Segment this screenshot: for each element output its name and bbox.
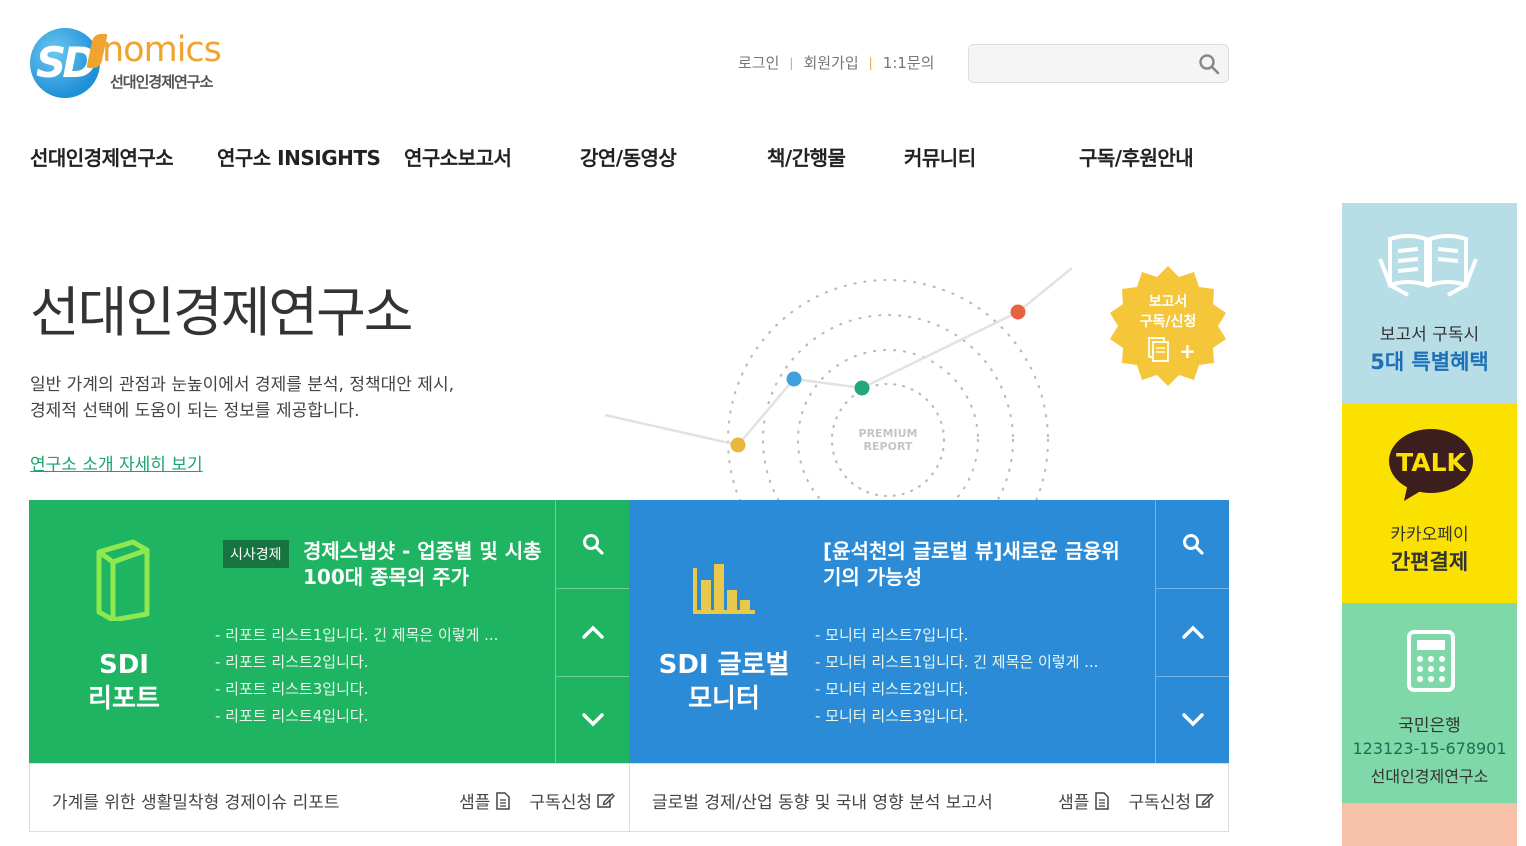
list-item[interactable]: - 모니터 리스트3입니다. (815, 703, 1098, 730)
list-item[interactable]: - 모니터 리스트2입니다. (815, 676, 1098, 703)
kakaopay-line1: 카카오페이 (1390, 525, 1469, 545)
scroll-down-button[interactable] (556, 676, 630, 763)
search-button[interactable] (1156, 500, 1230, 587)
card-name: SDI 리포트 (88, 650, 160, 714)
report-benefit-line1: 보고서 구독시 (1379, 325, 1480, 345)
subscribe-button[interactable]: 구독신청 (529, 788, 615, 813)
bank-account-number: 123123-15-678901 (1352, 739, 1507, 758)
nav-item-insights[interactable]: 연구소 INSIGHTS (217, 142, 381, 171)
search-button[interactable] (556, 500, 630, 587)
about-link[interactable]: 연구소 소개 자세히 보기 (30, 450, 203, 475)
signup-link[interactable]: 회원가입 (803, 52, 858, 73)
sdi-report-card: SDI 리포트 시사경제 경제스냅샷 - 업종별 및 시총 100대 종목의 주… (29, 500, 630, 763)
talk-label: TALK (1396, 448, 1467, 477)
nav-item-lectures[interactable]: 강연/동영상 (580, 142, 677, 171)
hero-description: 일반 가계의 관점과 눈높이에서 경제를 분석, 정책대안 제시, 경제적 선택… (30, 375, 454, 421)
chevron-down-icon (1182, 713, 1204, 727)
card-controls (555, 500, 630, 763)
sample-label: 샘플 (1058, 793, 1090, 813)
open-book-icon (1378, 234, 1478, 297)
list-item[interactable]: - 리포트 리스트2입니다. (215, 649, 498, 676)
badge-line1: 보고서 (1149, 294, 1188, 310)
footer-actions: 샘플 구독신청 (459, 788, 615, 813)
edit-icon (597, 793, 615, 808)
premium-report-graphic: PREMIUM REPORT (604, 267, 1073, 500)
category-tag: 시사경제 (223, 540, 289, 568)
chevron-up-icon (1182, 625, 1204, 639)
bank-account-holder: 선대인경제연구소 (1370, 767, 1489, 786)
document-icon (496, 791, 511, 810)
inquiry-link[interactable]: 1:1문의 (883, 52, 935, 73)
report-benefit-line2: 5대 특별혜택 (1370, 350, 1489, 374)
nav-item-community[interactable]: 커뮤니티 (904, 142, 976, 171)
nav-item-reports[interactable]: 연구소보고서 (404, 142, 512, 171)
card-controls (1155, 500, 1230, 763)
search-icon[interactable] (1196, 51, 1222, 77)
subscribe-button[interactable]: 구독신청 (1128, 788, 1214, 813)
kakaopay-line2: 간편결제 (1390, 550, 1469, 574)
search-box (968, 44, 1229, 83)
subscribe-label: 구독신청 (529, 793, 592, 813)
badge-line2: 구독/신청 (1140, 314, 1197, 330)
edit-icon (1196, 793, 1214, 808)
search-icon (1183, 533, 1204, 555)
badge-plus: + (1179, 339, 1196, 363)
sample-button[interactable]: 샘플 (459, 788, 511, 813)
graphic-label-premium: PREMIUM (859, 427, 918, 440)
report-list: - 리포트 리스트1입니다. 긴 제목은 이렇게 ... - 리포트 리스트2입… (215, 622, 498, 730)
scroll-up-button[interactable] (1156, 588, 1230, 675)
scroll-down-button[interactable] (1156, 676, 1230, 763)
sdi-global-monitor-card: SDI 글로벌 모니터 [윤석천의 글로벌 뷰]새로운 금융위기의 가능성 - … (629, 500, 1230, 763)
document-icon (1095, 791, 1110, 810)
list-item[interactable]: - 리포트 리스트1입니다. 긴 제목은 이렇게 ... (215, 622, 498, 649)
list-item[interactable]: - 모니터 리스트1입니다. 긴 제목은 이렇게 ... (815, 649, 1098, 676)
list-item[interactable]: - 모니터 리스트7입니다. (815, 622, 1098, 649)
monitor-footer: 글로벌 경제/산업 동향 및 국내 영향 분석 보고서 샘플 구독신청 (629, 763, 1229, 832)
utility-links: 로그인 | 회원가입 | 1:1문의 (738, 52, 934, 73)
report-description: 가계를 위한 생활밀착형 경제이슈 리포트 (52, 793, 340, 813)
divider: | (868, 55, 873, 70)
site-logo[interactable]: SD nomics 선대인경제연구소 (30, 24, 240, 104)
next-widget[interactable] (1342, 803, 1517, 846)
sample-label: 샘플 (459, 793, 491, 813)
chevron-down-icon (582, 713, 604, 727)
book-icon (96, 539, 150, 621)
monitor-description: 글로벌 경제/산업 동향 및 국내 영향 분석 보고서 (652, 793, 993, 813)
nav-item-subscribe[interactable]: 구독/후원안내 (1079, 142, 1194, 171)
logo-subtitle: 선대인경제연구소 (110, 73, 213, 91)
logo-wordmark: nomics (102, 30, 222, 70)
card-name: SDI 글로벌 모니터 (658, 650, 790, 714)
subscribe-badge[interactable]: 보고서 구독/신청 + (1105, 264, 1231, 390)
divider: | (789, 55, 794, 70)
scroll-up-button[interactable] (556, 588, 630, 675)
footer-actions: 샘플 구독신청 (1058, 788, 1214, 813)
search-icon (583, 533, 604, 555)
chevron-up-icon (582, 625, 604, 639)
graphic-label-report: REPORT (864, 440, 913, 453)
kakaopay-widget[interactable]: TALK 카카오페이 간편결제 (1342, 403, 1517, 603)
bank-name: 국민은행 (1398, 716, 1461, 736)
report-benefit-widget[interactable]: 보고서 구독시 5대 특별혜택 (1342, 203, 1517, 403)
hero-title: 선대인경제연구소 (30, 281, 413, 344)
search-input[interactable] (977, 53, 1187, 75)
nav-item-institute[interactable]: 선대인경제연구소 (30, 142, 174, 171)
kakao-talk-icon: TALK (1389, 429, 1473, 501)
login-link[interactable]: 로그인 (738, 52, 779, 73)
featured-title[interactable]: 경제스냅샷 - 업종별 및 시총 100대 종목의 주가 (303, 538, 543, 590)
main-nav: 선대인경제연구소 연구소 INSIGHTS 연구소보고서 강연/동영상 책/간행… (30, 142, 1230, 170)
subscribe-label: 구독신청 (1128, 793, 1191, 813)
monitor-list: - 모니터 리스트7입니다. - 모니터 리스트1입니다. 긴 제목은 이렇게 … (815, 622, 1098, 730)
bank-account-widget[interactable]: 국민은행 123123-15-678901 선대인경제연구소 (1342, 603, 1517, 803)
report-footer: 가계를 위한 생활밀착형 경제이슈 리포트 샘플 구독신청 (29, 763, 630, 832)
featured-title[interactable]: [윤석천의 글로벌 뷰]새로운 금융위기의 가능성 (823, 538, 1123, 590)
bar-chart-icon (693, 564, 755, 614)
list-item[interactable]: - 리포트 리스트4입니다. (215, 703, 498, 730)
sample-button[interactable]: 샘플 (1058, 788, 1110, 813)
logo-sd: SD (36, 38, 97, 87)
calculator-icon (1407, 630, 1455, 692)
list-item[interactable]: - 리포트 리스트3입니다. (215, 676, 498, 703)
nav-item-books[interactable]: 책/간행물 (767, 142, 846, 171)
